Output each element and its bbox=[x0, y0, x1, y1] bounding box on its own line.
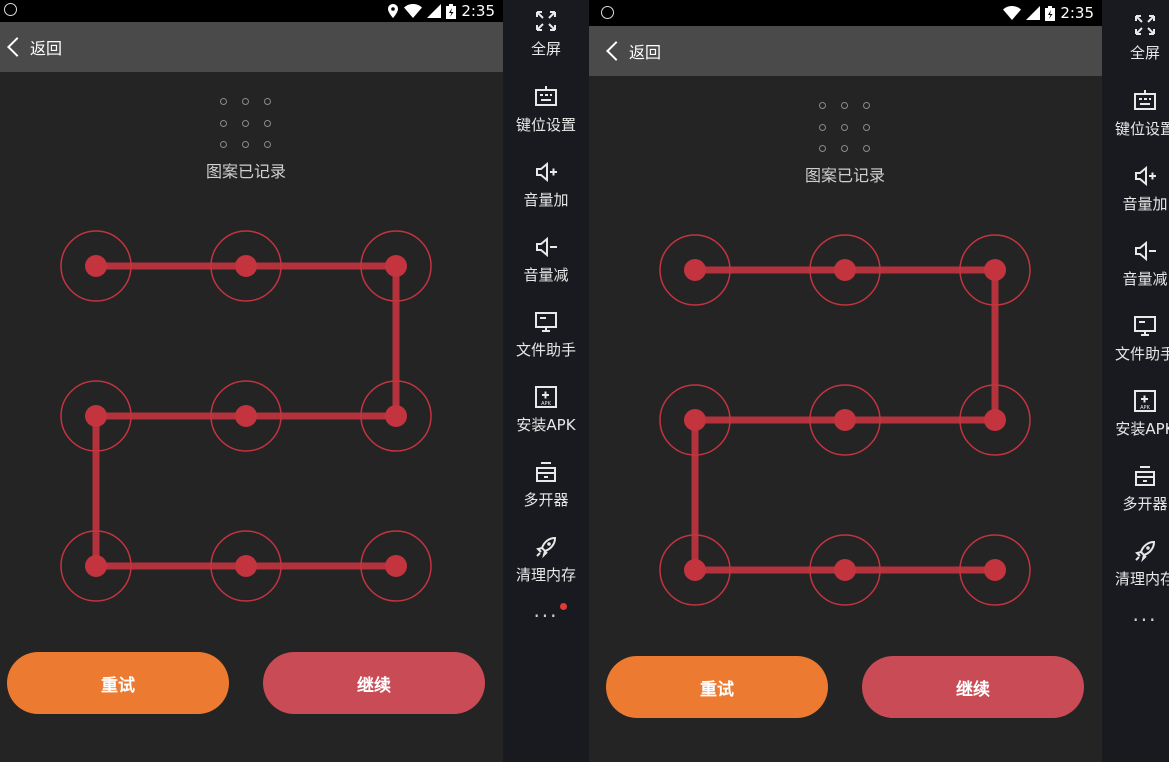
pattern-node-dot bbox=[684, 559, 706, 581]
keyboard-icon bbox=[533, 84, 559, 110]
sidebar-item-label: 清理内存 bbox=[515, 566, 576, 584]
pattern-node-dot bbox=[834, 259, 856, 281]
emulator-sidebar-right: 全屏键位设置音量加音量减文件助手 APK 安装APK 多开器清理内存 ··· bbox=[1102, 0, 1169, 762]
phone-screen-right: 2:35 返回 图案已记录 重试 继续 bbox=[589, 0, 1102, 762]
rocket-icon bbox=[533, 534, 559, 560]
sidebar-item-label: 音量减 bbox=[1122, 270, 1168, 288]
rocket-icon bbox=[1132, 538, 1158, 564]
sidebar-item-fullscreen[interactable]: 全屏 bbox=[503, 8, 589, 68]
pattern-node-dot bbox=[684, 259, 706, 281]
multi-open-icon bbox=[1132, 463, 1158, 489]
sidebar-item-label: 音量减 bbox=[523, 266, 569, 284]
volume-down-icon bbox=[1132, 238, 1158, 264]
retry-button[interactable]: 重试 bbox=[7, 652, 229, 714]
svg-text:APK: APK bbox=[541, 401, 551, 407]
pattern-lock-grid[interactable] bbox=[589, 0, 1102, 762]
volume-down-icon bbox=[533, 234, 559, 260]
sidebar-item-label: 多开器 bbox=[1122, 495, 1168, 513]
install-apk-icon: APK bbox=[533, 384, 559, 410]
pattern-node-dot bbox=[235, 555, 257, 577]
emulator-sidebar-left: 全屏键位设置音量加音量减文件助手 APK 安装APK 多开器清理内存 ··· bbox=[503, 0, 589, 762]
pattern-node-dot bbox=[984, 259, 1006, 281]
fullscreen-icon bbox=[1132, 12, 1158, 38]
monitor-icon bbox=[533, 309, 559, 335]
volume-up-icon bbox=[1132, 163, 1158, 189]
notification-dot bbox=[560, 603, 567, 610]
pattern-node-dot bbox=[235, 405, 257, 427]
sidebar-item-volume-up[interactable]: 音量加 bbox=[1102, 163, 1169, 223]
sidebar-item-volume-down[interactable]: 音量减 bbox=[1102, 238, 1169, 298]
sidebar-item-multi-open[interactable]: 多开器 bbox=[503, 459, 589, 519]
sidebar-item-fullscreen[interactable]: 全屏 bbox=[1102, 12, 1169, 72]
sidebar-item-install-apk[interactable]: APK 安装APK bbox=[1102, 388, 1169, 448]
pattern-node-dot bbox=[235, 255, 257, 277]
sidebar-item-label: 全屏 bbox=[1129, 44, 1160, 62]
sidebar-item-keyboard[interactable]: 键位设置 bbox=[1102, 88, 1169, 148]
sidebar-item-rocket[interactable]: 清理内存 bbox=[503, 534, 589, 594]
sidebar-item-label: 清理内存 bbox=[1114, 570, 1169, 588]
continue-button[interactable]: 继续 bbox=[862, 656, 1084, 718]
pattern-node-dot bbox=[834, 409, 856, 431]
volume-up-icon bbox=[533, 159, 559, 185]
svg-text:APK: APK bbox=[1140, 405, 1150, 411]
phone-screen-left: 2:35 返回 图案已记录 重试 继续 bbox=[0, 0, 503, 762]
pattern-node-dot bbox=[385, 405, 407, 427]
pattern-node-dot bbox=[85, 405, 107, 427]
sidebar-item-label: 键位设置 bbox=[515, 116, 576, 134]
sidebar-item-label: 文件助手 bbox=[1114, 345, 1169, 363]
keyboard-icon bbox=[1132, 88, 1158, 114]
pattern-node-dot bbox=[834, 559, 856, 581]
pattern-node-dot bbox=[85, 255, 107, 277]
sidebar-item-label: 安装APK bbox=[1115, 420, 1169, 438]
retry-button[interactable]: 重试 bbox=[606, 656, 828, 718]
more-button[interactable]: ··· bbox=[503, 604, 589, 628]
sidebar-item-label: 音量加 bbox=[1122, 195, 1168, 213]
sidebar-item-monitor[interactable]: 文件助手 bbox=[1102, 313, 1169, 373]
sidebar-item-label: 键位设置 bbox=[1114, 120, 1169, 138]
pattern-node-dot bbox=[684, 409, 706, 431]
sidebar-item-volume-down[interactable]: 音量减 bbox=[503, 234, 589, 294]
sidebar-item-label: 多开器 bbox=[523, 491, 569, 509]
sidebar-item-monitor[interactable]: 文件助手 bbox=[503, 309, 589, 369]
sidebar-item-label: 音量加 bbox=[523, 191, 569, 209]
multi-open-icon bbox=[533, 459, 559, 485]
pattern-lock-grid[interactable] bbox=[0, 0, 503, 762]
install-apk-icon: APK bbox=[1132, 388, 1158, 414]
pattern-node-dot bbox=[984, 559, 1006, 581]
more-button[interactable]: ··· bbox=[1102, 608, 1169, 632]
sidebar-item-multi-open[interactable]: 多开器 bbox=[1102, 463, 1169, 523]
pattern-node-dot bbox=[385, 555, 407, 577]
pattern-node-dot bbox=[85, 555, 107, 577]
sidebar-item-install-apk[interactable]: APK 安装APK bbox=[503, 384, 589, 444]
sidebar-item-label: 全屏 bbox=[530, 40, 561, 58]
pattern-node-dot bbox=[984, 409, 1006, 431]
sidebar-item-label: 安装APK bbox=[516, 416, 576, 434]
sidebar-item-volume-up[interactable]: 音量加 bbox=[503, 159, 589, 219]
fullscreen-icon bbox=[533, 8, 559, 34]
sidebar-item-keyboard[interactable]: 键位设置 bbox=[503, 84, 589, 144]
sidebar-item-label: 文件助手 bbox=[515, 341, 576, 359]
pattern-node-dot bbox=[385, 255, 407, 277]
continue-button[interactable]: 继续 bbox=[263, 652, 485, 714]
monitor-icon bbox=[1132, 313, 1158, 339]
sidebar-item-rocket[interactable]: 清理内存 bbox=[1102, 538, 1169, 598]
